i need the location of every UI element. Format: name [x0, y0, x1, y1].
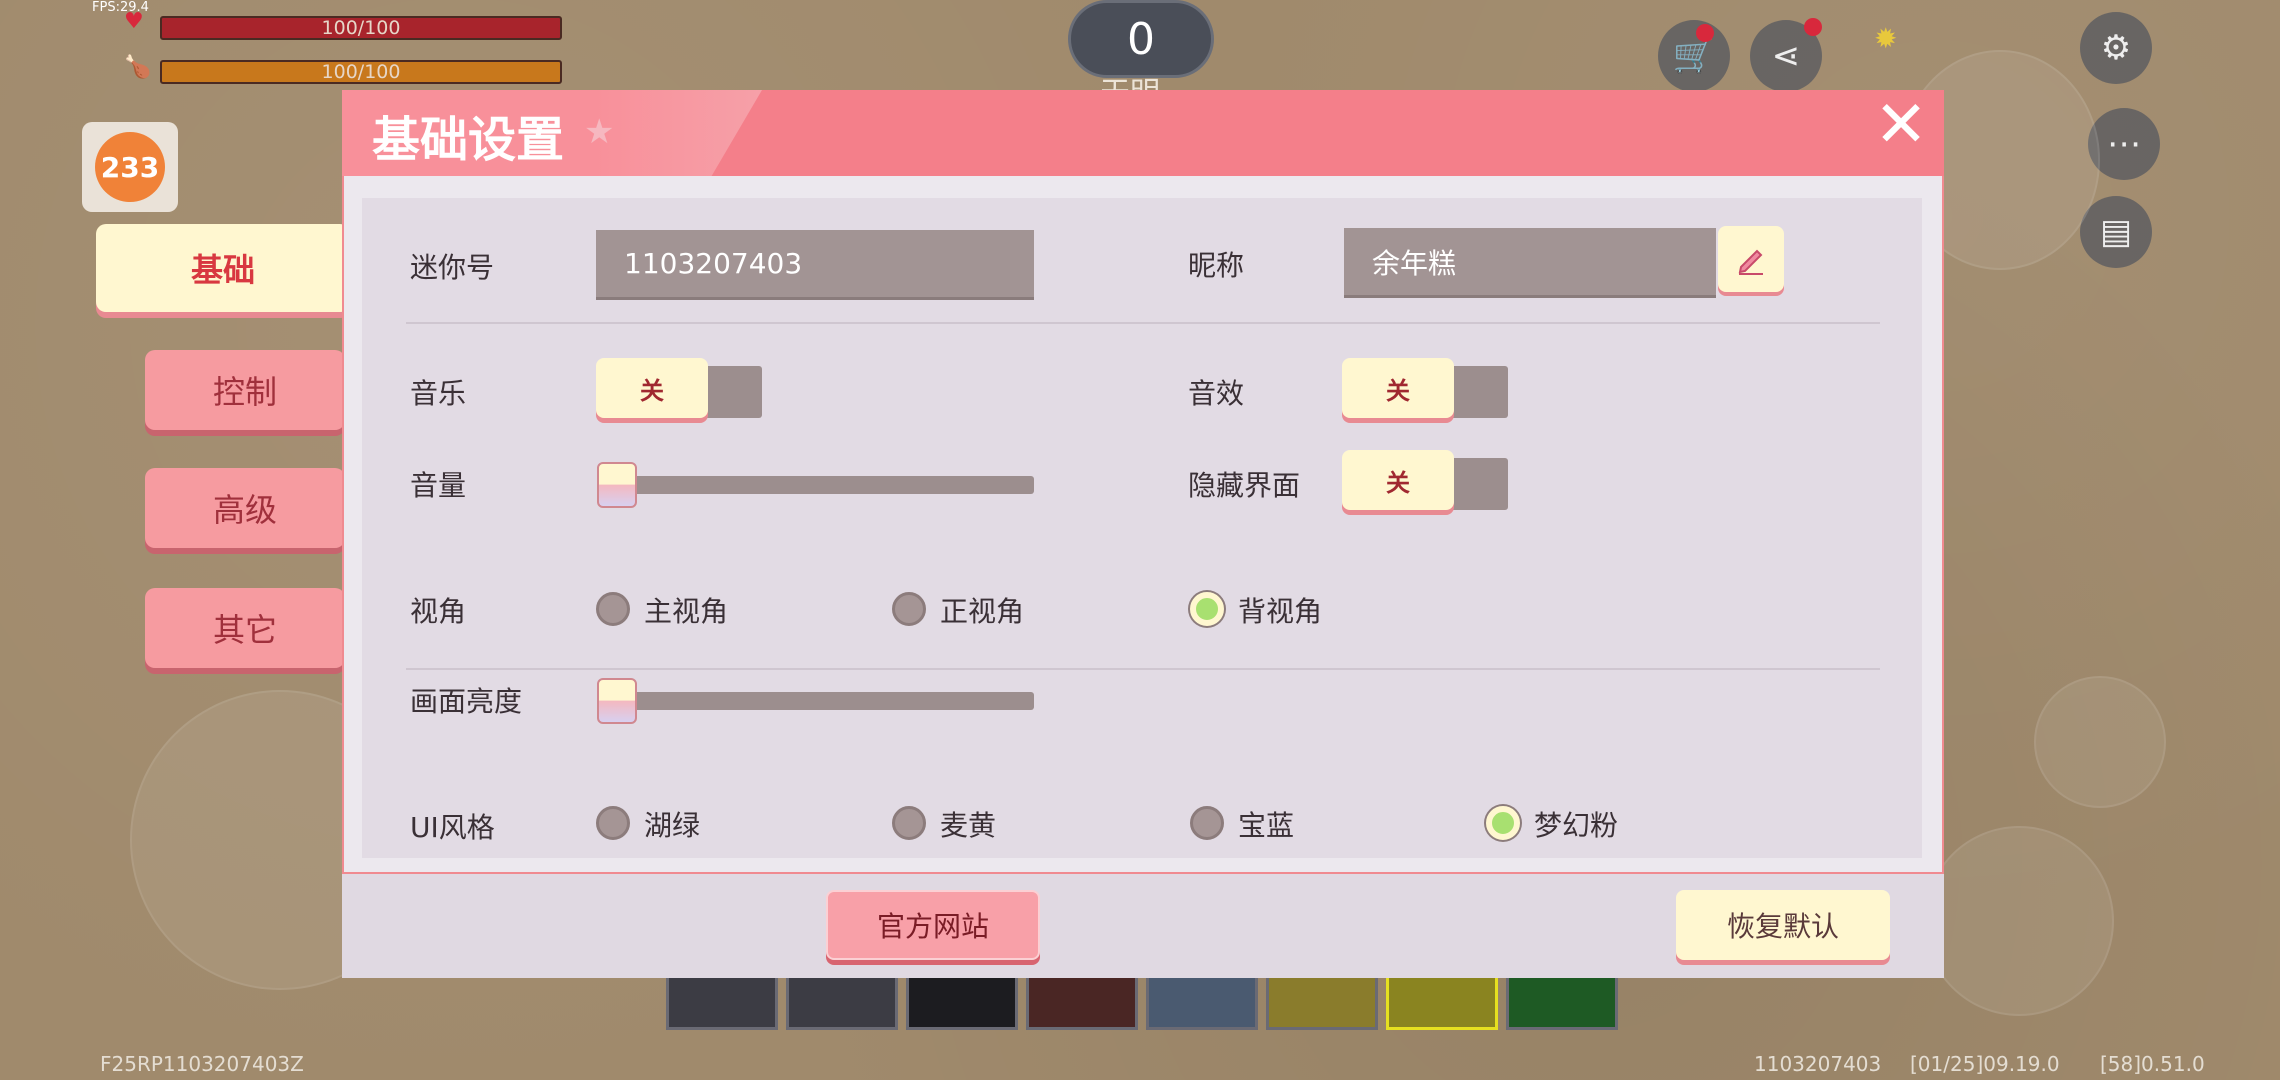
brightness-slider[interactable] — [598, 692, 1034, 710]
music-toggle-state: 关 — [640, 376, 664, 405]
ui-style-label: UI风格 — [410, 811, 495, 844]
ellipsis-icon: ⋯ — [2107, 124, 2141, 164]
tab-control-label: 控制 — [212, 373, 277, 411]
settings-button[interactable]: ⚙ — [2080, 12, 2152, 84]
star-icon: ★ — [584, 112, 615, 152]
hide-ui-toggle-state: 关 — [1386, 468, 1410, 497]
ui-style-option-label: 湖绿 — [644, 809, 701, 842]
view-front-radio[interactable] — [892, 592, 926, 626]
volume-label: 音量 — [410, 469, 467, 502]
action-button[interactable] — [1924, 826, 2114, 1016]
music-toggle[interactable]: 关 — [596, 358, 708, 418]
heart-icon: ♥ — [124, 9, 144, 34]
mini-id-value: 1103207403 — [624, 247, 803, 280]
restore-default-label: 恢复默认 — [1726, 910, 1839, 943]
view-option-label: 正视角 — [940, 595, 1025, 628]
shop-cart-button[interactable]: 🛒 — [1658, 20, 1730, 92]
nickname-value: 余年糕 — [1372, 246, 1457, 280]
sun-icon: ✹ — [1874, 22, 1898, 55]
view-option-label: 背视角 — [1238, 595, 1323, 628]
gear-icon: ⚙ — [2100, 28, 2132, 68]
ui-style-option-label: 宝蓝 — [1238, 809, 1295, 842]
tab-other[interactable]: 其它 — [145, 588, 345, 668]
ui-style-option-label: 梦幻粉 — [1534, 809, 1619, 842]
nickname-label: 昵称 — [1188, 249, 1245, 282]
share-notification-dot — [1804, 18, 1822, 36]
mini-id-label: 迷你号 — [410, 251, 495, 284]
view-back-radio[interactable] — [1190, 592, 1224, 626]
tab-basic[interactable]: 基础 — [96, 224, 350, 312]
drumstick-icon: 🍗 — [124, 55, 152, 80]
player-id-text: 1103207403 — [1754, 1052, 1882, 1076]
nickname-field[interactable]: 余年糕 — [1344, 228, 1716, 298]
restore-default-button[interactable]: 恢复默认 — [1676, 890, 1890, 960]
music-label: 音乐 — [410, 377, 467, 410]
edit-nickname-button[interactable] — [1718, 226, 1784, 292]
pencil-icon — [1738, 249, 1763, 275]
divider — [406, 322, 1880, 324]
divider — [406, 668, 1880, 670]
hide-ui-toggle[interactable]: 关 — [1342, 450, 1454, 510]
sfx-toggle-state: 关 — [1386, 376, 1410, 405]
ui-style-option-label: 麦黄 — [940, 809, 997, 842]
ui-style-dream-pink-radio[interactable] — [1486, 806, 1520, 840]
share-icon: ⋖ — [1771, 36, 1801, 76]
hunger-text: 100/100 — [321, 61, 401, 83]
coord-text-1: [01/25]09.19.0 — [1910, 1052, 2060, 1076]
health-text: 100/100 — [321, 17, 401, 39]
sfx-label: 音效 — [1188, 377, 1245, 410]
level-badge[interactable]: 233 — [82, 122, 178, 212]
tab-control[interactable]: 控制 — [145, 350, 345, 430]
jump-button[interactable] — [2034, 676, 2166, 808]
health-bar: 100/100 — [160, 16, 562, 40]
volume-slider[interactable] — [598, 476, 1034, 494]
view-option-label: 主视角 — [644, 595, 729, 628]
coord-text-2: [58]0.51.0 — [2100, 1052, 2205, 1076]
tab-advanced[interactable]: 高级 — [145, 468, 345, 548]
build-id-text: F25RP1103207403Z — [100, 1052, 304, 1076]
ui-style-wheat-radio[interactable] — [892, 806, 926, 840]
tab-advanced-label: 高级 — [212, 491, 277, 529]
brightness-slider-thumb[interactable] — [597, 678, 637, 724]
close-icon: ✕ — [1874, 88, 1928, 162]
brightness-label: 画面亮度 — [410, 685, 523, 718]
hide-ui-label: 隐藏界面 — [1188, 469, 1301, 502]
hunger-bar: 100/100 — [160, 60, 562, 84]
close-button[interactable]: ✕ — [1866, 88, 1936, 162]
official-site-label: 官方网站 — [876, 910, 989, 943]
official-site-button[interactable]: 官方网站 — [826, 890, 1040, 960]
view-first-person-radio[interactable] — [596, 592, 630, 626]
shop-notification-dot — [1696, 24, 1714, 42]
cart-icon: 🛒 — [1672, 36, 1716, 76]
view-label: 视角 — [410, 595, 467, 628]
level-badge-number: 233 — [95, 132, 165, 202]
volume-slider-thumb[interactable] — [597, 462, 637, 508]
notebook-icon: ▤ — [2099, 212, 2133, 252]
sfx-toggle[interactable]: 关 — [1342, 358, 1454, 418]
ui-style-royal-blue-radio[interactable] — [1190, 806, 1224, 840]
tab-basic-label: 基础 — [190, 251, 255, 289]
notebook-button[interactable]: ▤ — [2080, 196, 2152, 268]
ui-style-lake-green-radio[interactable] — [596, 806, 630, 840]
mini-id-field: 1103207403 — [596, 230, 1034, 300]
tab-other-label: 其它 — [212, 611, 277, 649]
dialog-title: 基础设置 — [372, 112, 565, 168]
